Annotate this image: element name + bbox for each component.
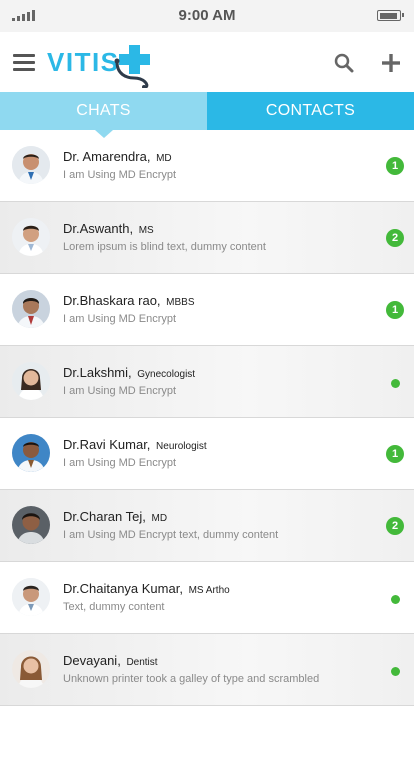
chat-item-devayani[interactable]: Devayani, Dentist Unknown printer took a… (0, 634, 414, 706)
chat-name: Dr.Chaitanya Kumar, MS Artho (63, 581, 230, 596)
plus-icon[interactable] (381, 53, 401, 78)
tab-chats-label: CHATS (76, 102, 131, 119)
online-status-dot (391, 667, 400, 676)
unread-badge: 1 (386, 445, 404, 463)
chat-message: Unknown printer took a galley of type an… (63, 673, 320, 685)
chat-qualification: MD (156, 153, 172, 164)
chat-message: Text, dummy content (63, 601, 165, 613)
unread-badge: 2 (386, 229, 404, 247)
chat-item-charan-tej[interactable]: Dr.Charan Tej, MD I am Using MD Encrypt … (0, 490, 414, 562)
battery-icon (377, 10, 404, 21)
chat-qualification: MBBS (166, 297, 195, 308)
chat-list: Dr. Amarendra, MD I am Using MD Encrypt … (0, 130, 414, 778)
status-time: 9:00 AM (178, 7, 236, 24)
chat-message: I am Using MD Encrypt (63, 313, 177, 325)
svg-text:VITIS: VITIS (47, 47, 120, 77)
status-bar: 9:00 AM (0, 0, 414, 32)
chat-name: Dr.Ravi Kumar, Neurologist (63, 437, 207, 452)
tab-contacts[interactable]: CONTACTS (207, 92, 414, 130)
hamburger-menu-icon[interactable] (13, 54, 35, 71)
app-header: VITIS (0, 32, 414, 92)
chat-qualification: Dentist (126, 657, 158, 668)
avatar (12, 362, 50, 400)
online-status-dot (391, 379, 400, 388)
unread-badge: 1 (386, 157, 404, 175)
avatar (12, 506, 50, 544)
tab-bar: CHATS CONTACTS (0, 92, 414, 138)
chat-item-chaitanya-kumar[interactable]: Dr.Chaitanya Kumar, MS Artho Text, dummy… (0, 562, 414, 634)
chat-item-amarendra[interactable]: Dr. Amarendra, MD I am Using MD Encrypt … (0, 130, 414, 202)
chat-name: Dr.Aswanth, MS (63, 221, 154, 236)
avatar (12, 578, 50, 616)
chat-message: I am Using MD Encrypt (63, 457, 177, 469)
avatar (12, 218, 50, 256)
chat-message: Lorem ipsum is blind text, dummy content (63, 241, 266, 253)
chat-item-ravi-kumar[interactable]: Dr.Ravi Kumar, Neurologist I am Using MD… (0, 418, 414, 490)
chat-name: Dr.Charan Tej, MD (63, 509, 168, 524)
chat-qualification: MD (151, 513, 168, 524)
chat-message: I am Using MD Encrypt (63, 169, 177, 181)
chat-name: Devayani, Dentist (63, 653, 158, 668)
avatar (12, 434, 50, 472)
chat-item-aswanth[interactable]: Dr.Aswanth, MS Lorem ipsum is blind text… (0, 202, 414, 274)
avatar (12, 650, 50, 688)
tab-chats[interactable]: CHATS (0, 92, 207, 138)
unread-badge: 2 (386, 517, 404, 535)
chat-qualification: MS (138, 225, 154, 236)
app-logo: VITIS (46, 40, 158, 93)
unread-badge: 1 (386, 301, 404, 319)
avatar (12, 290, 50, 328)
chat-qualification: MS Artho (188, 585, 230, 596)
chat-name: Dr.Lakshmi, Gynecologist (63, 365, 196, 380)
chat-qualification: Neurologist (156, 441, 207, 452)
chat-name: Dr. Amarendra, MD (63, 149, 172, 164)
chat-message: I am Using MD Encrypt text, dummy conten… (63, 529, 279, 541)
chat-message: I am Using MD Encrypt (63, 385, 177, 397)
avatar (12, 146, 50, 184)
tab-contacts-label: CONTACTS (265, 102, 356, 119)
online-status-dot (391, 595, 400, 604)
chat-item-partial[interactable] (0, 706, 414, 778)
chat-qualification: Gynecologist (137, 369, 196, 380)
chat-item-lakshmi[interactable]: Dr.Lakshmi, Gynecologist I am Using MD E… (0, 346, 414, 418)
search-icon[interactable] (334, 53, 354, 78)
chat-item-bhaskara-rao[interactable]: Dr.Bhaskara rao, MBBS I am Using MD Encr… (0, 274, 414, 346)
chat-name: Dr.Bhaskara rao, MBBS (63, 293, 195, 308)
